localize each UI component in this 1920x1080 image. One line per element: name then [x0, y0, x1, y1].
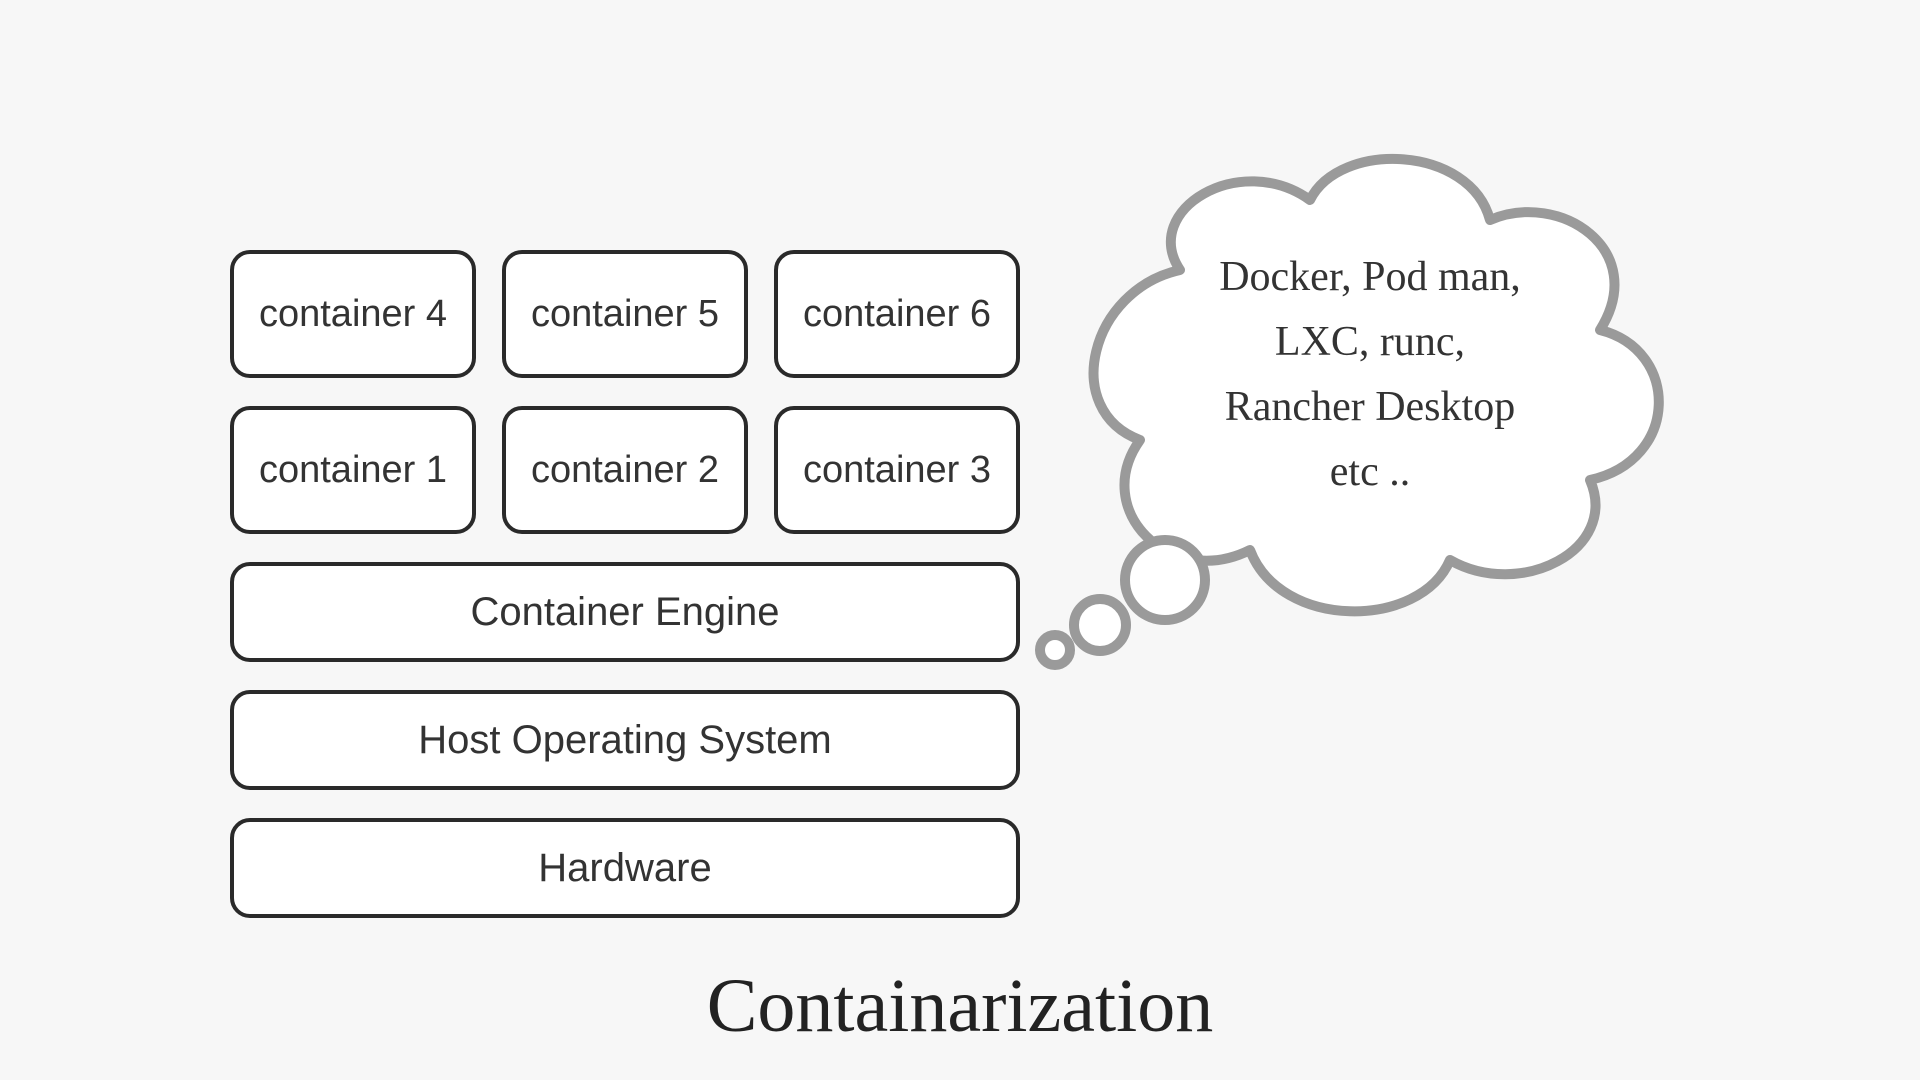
container-label: container 5	[531, 293, 719, 336]
container-row-bottom: container 1 container 2 container 3	[230, 406, 1020, 534]
layer-label: Hardware	[538, 846, 711, 891]
container-engine-layer: Container Engine	[230, 562, 1020, 662]
container-box: container 3	[774, 406, 1020, 534]
container-box: container 6	[774, 250, 1020, 378]
container-label: container 1	[259, 449, 447, 492]
layer-label: Host Operating System	[418, 718, 832, 763]
host-os-layer: Host Operating System	[230, 690, 1020, 790]
container-row-top: container 4 container 5 container 6	[230, 250, 1020, 378]
container-label: container 3	[803, 449, 991, 492]
layer-label: Container Engine	[470, 590, 779, 635]
thought-line: LXC, runc,	[1155, 310, 1585, 375]
thought-line: Docker, Pod man,	[1155, 245, 1585, 310]
thought-bubble: Docker, Pod man, LXC, runc, Rancher Desk…	[1000, 90, 1700, 670]
container-label: container 4	[259, 293, 447, 336]
container-box: container 5	[502, 250, 748, 378]
architecture-stack: container 4 container 5 container 6 cont…	[230, 250, 1020, 918]
container-box: container 1	[230, 406, 476, 534]
thought-text: Docker, Pod man, LXC, runc, Rancher Desk…	[1155, 245, 1585, 505]
thought-line: etc ..	[1155, 440, 1585, 505]
hardware-layer: Hardware	[230, 818, 1020, 918]
container-box: container 4	[230, 250, 476, 378]
thought-line: Rancher Desktop	[1155, 375, 1585, 440]
diagram-title: Containarization	[0, 963, 1920, 1050]
container-box: container 2	[502, 406, 748, 534]
container-label: container 2	[531, 449, 719, 492]
container-label: container 6	[803, 293, 991, 336]
